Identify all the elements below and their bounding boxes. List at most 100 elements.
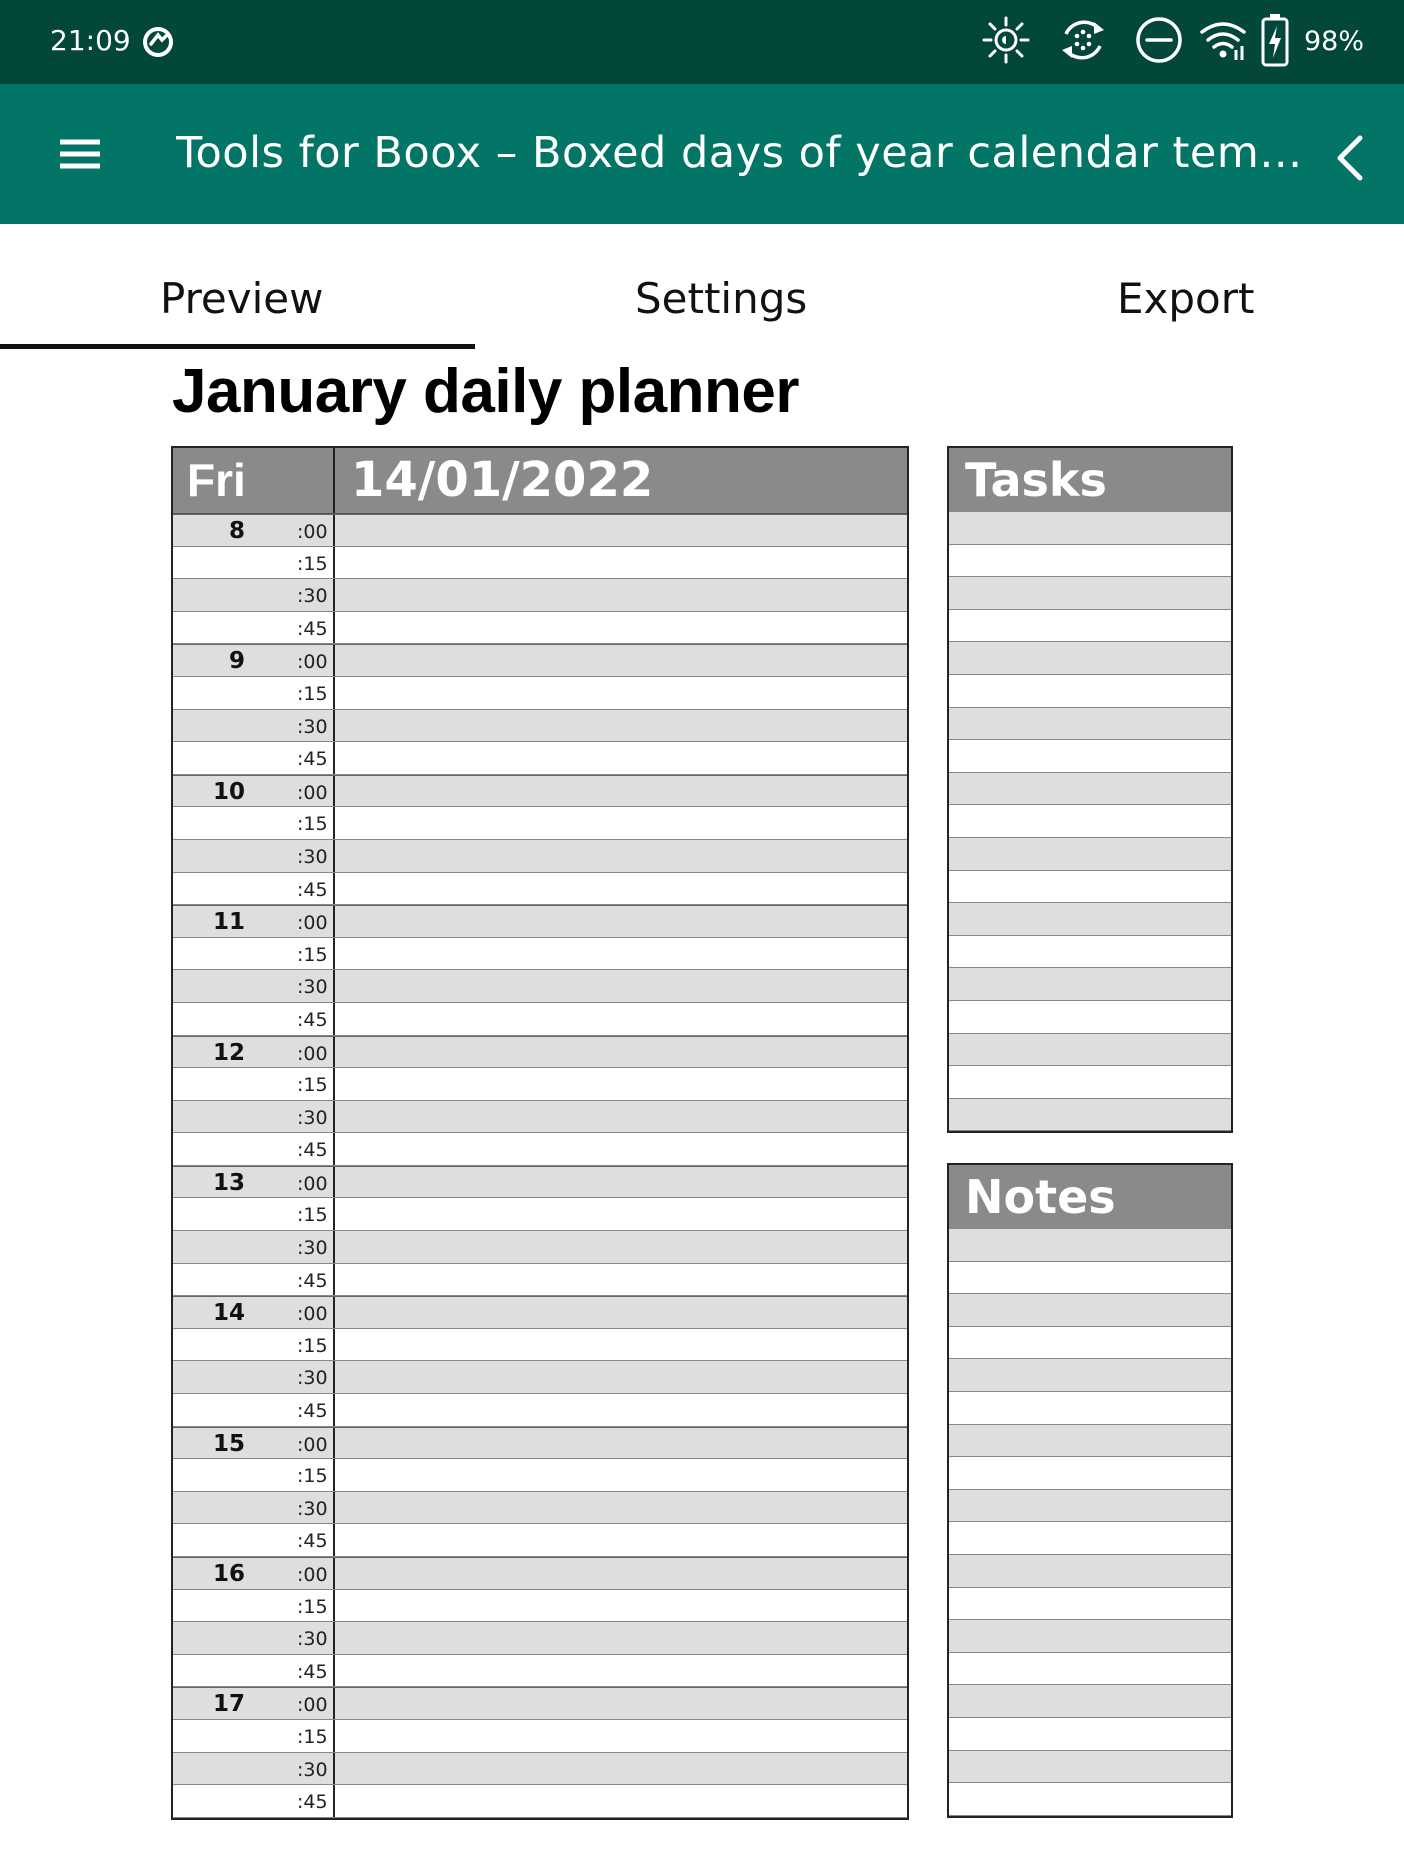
time-slot-row: 17:00 [173,1687,907,1720]
slot-time-cell: :45 [173,1654,335,1687]
slot-time-cell: :30 [173,709,335,742]
slot-entry-cell [335,1231,907,1263]
slot-time-cell: :15 [173,546,335,579]
slot-entry-cell [335,742,907,774]
minute-label: :15 [297,682,328,705]
slot-entry-cell [335,645,907,676]
planner-title: January daily planner [172,357,799,426]
time-slot-row: :15 [173,1068,907,1101]
time-slot-row: :15 [173,937,907,971]
app-bar: Tools for Boox – Boxed days of year cale… [0,84,1404,224]
slot-entry-cell [335,710,907,742]
time-slot-row: :45 [173,872,907,906]
slot-time-cell: :30 [173,1491,335,1524]
time-slot-row: :45 [173,1524,907,1557]
minute-label: :45 [297,1400,328,1423]
minute-label: :30 [297,1237,328,1260]
slot-entry-cell [335,579,907,611]
minute-label: :15 [297,552,328,575]
slot-time-cell: :45 [173,742,335,774]
notes-title: Notes [949,1165,1231,1229]
task-row [949,740,1231,773]
minute-label: :00 [297,1694,328,1717]
time-slot-row: 11:00 [173,905,907,938]
slot-entry-cell [335,547,907,579]
wifi-icon [1198,14,1248,71]
slot-time-cell: 10 :00 [173,775,335,807]
task-row [949,903,1231,936]
slot-entry-cell [335,677,907,709]
slot-time-cell: 12:00 [173,1036,335,1068]
time-slot-row: :15 [173,1198,907,1232]
minute-label: :15 [297,1334,328,1357]
slot-time-cell: :30 [173,839,335,872]
note-row [949,1783,1231,1816]
slot-time-cell: :45 [173,1002,335,1035]
tab-settings[interactable]: Settings [635,274,807,323]
slot-time-cell: :30 [173,1361,335,1394]
slot-entry-cell [335,776,907,807]
day-of-week: Fri [173,448,335,513]
minute-label: :00 [297,1303,328,1326]
minute-label: :00 [297,1564,328,1586]
slot-entry-cell [335,1428,907,1459]
slot-entry-cell [335,906,907,937]
active-tab-indicator [0,344,475,349]
task-row [949,707,1231,741]
time-slot-row: :15 [173,676,907,710]
minute-label: :15 [297,1204,328,1227]
slot-entry-cell [335,1297,907,1328]
task-row [949,968,1231,1001]
slot-time-cell: :45 [173,1263,335,1296]
time-slot-row: 16:00 [173,1557,907,1590]
chevron-left-icon[interactable] [1326,130,1372,186]
minute-label: :15 [297,813,328,836]
minute-label: :45 [297,878,328,901]
hour-label: 10 [212,778,245,805]
tasks-box: Tasks [947,446,1233,1134]
time-slot-row: 13:00 [173,1165,907,1199]
slot-time-cell: :15 [173,1198,335,1231]
hour-label: 12 [212,1039,245,1066]
status-time: 21:09 [50,24,131,57]
time-slots: 8:00:15:30:45 9:00:15:30:45 10:00:15:30:45… [173,514,907,1818]
slot-time-cell: 15:00 [173,1427,335,1459]
slot-entry-cell [335,1329,907,1361]
slot-entry-cell [335,1688,907,1719]
day-header: Fri 14/01/2022 [173,448,907,514]
slot-entry-cell [335,1785,907,1817]
time-slot-row: :15 [173,1328,907,1362]
minute-label: :30 [297,1106,328,1129]
time-slot-row: :15 [173,807,907,840]
minute-label: :30 [297,845,328,868]
slot-time-cell: :15 [173,676,335,709]
note-row [949,1522,1231,1555]
minute-label: :30 [297,715,328,738]
time-slot-row: :45 [173,1263,907,1297]
slot-time-cell: :30 [173,579,335,611]
hour-label: 15 [212,1430,245,1457]
minute-label: :30 [297,976,328,999]
slot-time-cell: :30 [173,1752,335,1785]
time-slot-row: 10 :00 [173,774,907,808]
time-slot-row: :30 [173,1361,907,1395]
tab-export[interactable]: Export [1117,274,1254,323]
hamburger-menu-icon[interactable] [50,124,110,184]
minute-label: :15 [297,943,328,966]
minute-label: :00 [297,1172,328,1195]
slot-entry-cell [335,1459,907,1491]
minute-label: :45 [297,1139,328,1162]
time-slot-row: :45 [173,1654,907,1688]
task-row [949,1066,1231,1099]
time-slot-row: :30 [173,839,907,873]
tab-preview[interactable]: Preview [160,274,324,323]
planner-date: 14/01/2022 [351,452,654,508]
slot-entry-cell [335,938,907,970]
slot-time-cell: 14:00 [173,1297,335,1328]
note-row [949,1391,1231,1425]
slot-time-cell: :45 [173,1394,335,1426]
minute-label: :00 [297,651,328,674]
task-row [949,577,1231,610]
minute-label: :00 [297,781,328,804]
time-slot-row: :30 [173,709,907,743]
